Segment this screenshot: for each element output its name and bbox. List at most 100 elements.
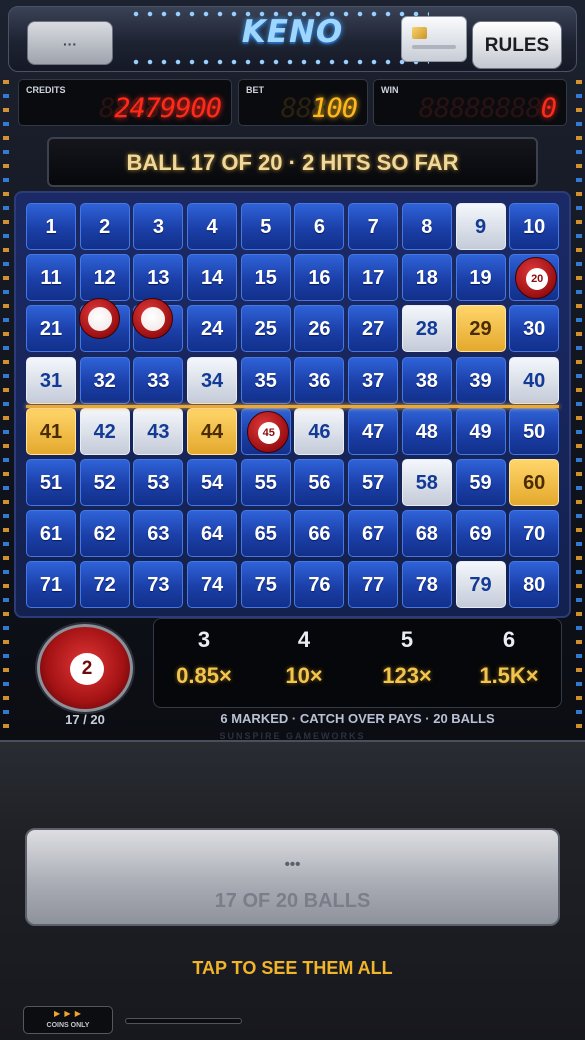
board-cell-16[interactable]: 16 xyxy=(294,254,345,302)
card-button[interactable] xyxy=(401,16,467,62)
board-cell-71[interactable]: 71 xyxy=(26,561,76,609)
board-cell-58[interactable]: 58 xyxy=(401,458,452,506)
board-cell-66[interactable]: 66 xyxy=(294,510,345,558)
board-cell-65[interactable]: 65 xyxy=(240,510,291,558)
board-cell-73[interactable]: 73 xyxy=(133,561,184,609)
board-cell-60[interactable]: 60 xyxy=(509,458,560,506)
menu-button[interactable]: ··· xyxy=(27,21,113,65)
board-cell-2[interactable]: 2 xyxy=(79,203,130,250)
board-cell-52[interactable]: 52 xyxy=(79,458,130,506)
board-cell-44[interactable]: 44 xyxy=(187,407,238,455)
tap-hint[interactable]: TAP TO SEE THEM ALL xyxy=(0,958,585,979)
board-cell-50[interactable]: 50 xyxy=(509,407,560,455)
board-cell-26[interactable]: 26 xyxy=(294,305,345,353)
ball-count: 17 / 20 xyxy=(65,712,105,727)
board-cell-29[interactable]: 29 xyxy=(455,305,506,353)
board-cell-22[interactable] xyxy=(78,298,130,353)
paytable-catch: 3 xyxy=(197,627,211,652)
board-cell-40[interactable]: 40 xyxy=(509,356,560,404)
board-cell-36[interactable]: 36 xyxy=(294,356,345,404)
board-cell-27[interactable]: 27 xyxy=(348,305,399,353)
board-cell-19[interactable]: 19 xyxy=(455,254,506,302)
board-cell-47[interactable]: 47 xyxy=(348,407,399,455)
board-cell-7[interactable]: 7 xyxy=(348,203,399,250)
board-cell-31[interactable]: 31 xyxy=(26,356,76,404)
board-cell-9[interactable]: 9 xyxy=(455,203,506,250)
board-cell-74[interactable]: 74 xyxy=(187,561,238,609)
coins-toggle[interactable]: ▶ ▶ ▶ COINS ONLY xyxy=(23,1006,113,1034)
board-cell-12[interactable]: 12 xyxy=(79,254,130,302)
board-cell-32[interactable]: 32 xyxy=(79,356,130,404)
board-cell-number: 15 xyxy=(254,267,277,290)
board-cell-25[interactable]: 25 xyxy=(240,305,291,353)
board-cell-34[interactable]: 34 xyxy=(187,356,238,404)
board-cell-76[interactable]: 76 xyxy=(294,561,345,609)
board-cell-21[interactable]: 21 xyxy=(26,305,76,353)
board-cell-62[interactable]: 62 xyxy=(79,510,130,558)
draw-button[interactable]: ••• 17 OF 20 BALLS xyxy=(25,828,560,926)
board-cell-number: 68 xyxy=(415,523,438,546)
board-cell-61[interactable]: 61 xyxy=(26,510,76,558)
board-cell-77[interactable]: 77 xyxy=(348,561,399,609)
board-cell-79[interactable]: 79 xyxy=(455,561,506,609)
board-cell-1[interactable]: 1 xyxy=(26,203,76,250)
board-cell-number: 35 xyxy=(254,369,277,392)
board-cell-28[interactable]: 28 xyxy=(401,305,452,353)
board-cell-55[interactable]: 55 xyxy=(240,458,291,506)
board-cell-51[interactable]: 51 xyxy=(26,458,76,506)
card-icon xyxy=(412,27,427,39)
board-cell-8[interactable]: 8 xyxy=(401,203,452,250)
board-cell-45[interactable]: 45 xyxy=(240,407,291,455)
board-cell-4[interactable]: 4 xyxy=(187,203,238,250)
board-cell-75[interactable]: 75 xyxy=(240,561,291,609)
board-cell-68[interactable]: 68 xyxy=(401,510,452,558)
board-cell-23[interactable] xyxy=(132,298,184,353)
board-cell-5[interactable]: 5 xyxy=(240,203,291,250)
board-cell-13[interactable]: 13 xyxy=(133,254,184,302)
board-cell-41[interactable]: 41 xyxy=(26,407,76,455)
board-cell-18[interactable]: 18 xyxy=(401,254,452,302)
board-cell-37[interactable]: 37 xyxy=(348,356,399,404)
keno-logo: KENO xyxy=(241,14,344,50)
board-cell-3[interactable]: 3 xyxy=(133,203,184,250)
board-cell-46[interactable]: 46 xyxy=(294,407,345,455)
board-cell-72[interactable]: 72 xyxy=(79,561,130,609)
board-cell-30[interactable]: 30 xyxy=(509,305,560,353)
board-cell-33[interactable]: 33 xyxy=(133,356,184,404)
board-cell-24[interactable]: 24 xyxy=(187,305,238,353)
board-cell-54[interactable]: 54 xyxy=(187,458,238,506)
board-cell-78[interactable]: 78 xyxy=(401,561,452,609)
board-cell-64[interactable]: 64 xyxy=(187,510,238,558)
board-cell-43[interactable]: 43 xyxy=(133,407,184,455)
board-cell-17[interactable]: 17 xyxy=(348,254,399,302)
board-cell-number: 65 xyxy=(254,523,277,546)
board-cell-57[interactable]: 57 xyxy=(348,458,399,506)
board-cell-number: 9 xyxy=(474,216,487,238)
board-cell-11[interactable]: 11 xyxy=(26,254,76,302)
board-cell-67[interactable]: 67 xyxy=(348,510,399,558)
board-cell-39[interactable]: 39 xyxy=(455,356,506,404)
board-cell-15[interactable]: 15 xyxy=(240,254,291,302)
board-cell-63[interactable]: 63 xyxy=(133,510,184,558)
board-cell-number: 32 xyxy=(93,369,116,392)
board-cell-69[interactable]: 69 xyxy=(455,510,506,558)
board-cell-38[interactable]: 38 xyxy=(401,356,452,404)
board-cell-number: 24 xyxy=(200,318,224,341)
board-cell-10[interactable]: 10 xyxy=(509,203,560,250)
board-cell-59[interactable]: 59 xyxy=(455,458,506,506)
board-cell-number: 58 xyxy=(415,471,438,494)
board-cell-56[interactable]: 56 xyxy=(294,458,345,506)
board-cell-20[interactable]: 20 xyxy=(509,254,560,302)
rules-button[interactable]: RULES xyxy=(472,21,562,69)
board-cell-48[interactable]: 48 xyxy=(401,407,452,455)
board-cell-49[interactable]: 49 xyxy=(455,407,506,455)
board-cell-6[interactable]: 6 xyxy=(294,203,345,250)
board-cell-42[interactable]: 42 xyxy=(79,407,130,455)
board-cell-number: 49 xyxy=(469,420,492,443)
board-cell-14[interactable]: 14 xyxy=(187,254,238,302)
board-cell-35[interactable]: 35 xyxy=(240,356,291,404)
board-cell-number: 31 xyxy=(39,369,63,392)
board-cell-53[interactable]: 53 xyxy=(133,458,184,506)
board-cell-80[interactable]: 80 xyxy=(509,561,560,609)
board-cell-70[interactable]: 70 xyxy=(509,510,560,558)
